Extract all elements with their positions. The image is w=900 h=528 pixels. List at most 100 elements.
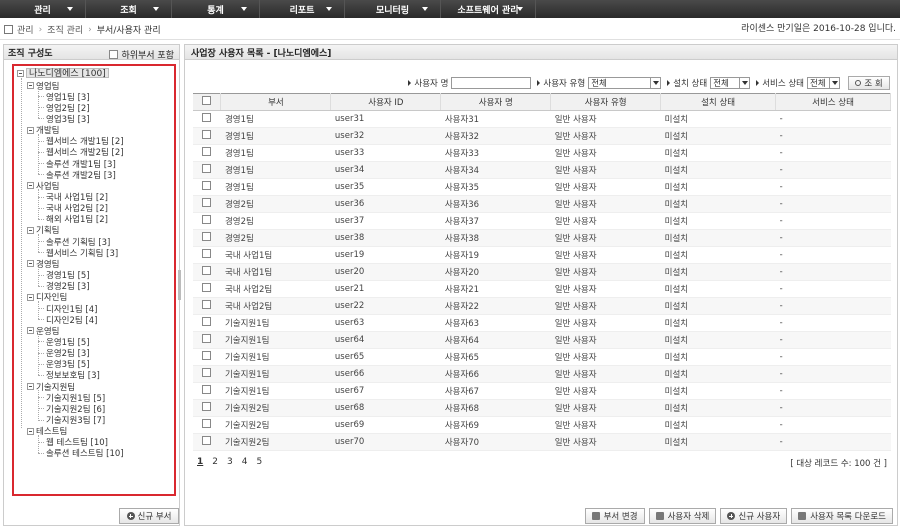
tree-leaf[interactable]: 디자인2팀 [4]	[46, 314, 97, 326]
breadcrumb-item[interactable]: 조직 관리	[47, 23, 83, 36]
page-link[interactable]: 4	[242, 457, 248, 467]
collapse-icon[interactable]	[27, 327, 34, 335]
tree-leaf[interactable]: 운영1팀 [5]	[46, 336, 90, 348]
collapse-icon[interactable]	[27, 383, 34, 391]
row-checkbox[interactable]	[202, 419, 212, 428]
row-checkbox[interactable]	[202, 249, 212, 258]
tree-leaf[interactable]: 웹 테스트팀 [10]	[46, 437, 108, 448]
tree-leaf[interactable]: 국내 사업2팀 [2]	[46, 203, 108, 214]
table-row[interactable]: 경영1팀 user33 사용자33 일반 사용자 미설치 -	[193, 144, 891, 162]
row-checkbox[interactable]	[202, 215, 212, 224]
table-row[interactable]: 경영1팀 user31 사용자31 일반 사용자 미설치 -	[193, 110, 891, 128]
column-header-user-id[interactable]: 사용자 ID	[330, 93, 442, 111]
row-checkbox[interactable]	[202, 283, 212, 292]
tree-leaf[interactable]: 정보보호팀 [3]	[46, 370, 100, 381]
user-type-select[interactable]: 전체	[588, 77, 662, 89]
home-icon[interactable]	[4, 25, 13, 34]
table-row[interactable]: 국내 사업2팀 user21 사용자21 일반 사용자 미설치 -	[193, 280, 891, 298]
table-row[interactable]: 기술지원1팀 user67 사용자67 일반 사용자 미설치 -	[193, 382, 891, 400]
service-status-select[interactable]: 전체	[807, 77, 840, 89]
page-link[interactable]: 5	[256, 457, 262, 467]
tree-leaf[interactable]: 솔루션 테스트팀 [10]	[46, 448, 124, 459]
nav-menu-stats[interactable]: 통계	[172, 0, 260, 18]
nav-menu-report[interactable]: 리포트	[260, 0, 345, 18]
table-row[interactable]: 기술지원2팀 user69 사용자69 일반 사용자 미설치 -	[193, 416, 891, 434]
row-checkbox[interactable]	[202, 130, 212, 139]
row-checkbox[interactable]	[202, 198, 212, 207]
table-row[interactable]: 국내 사업1팀 user20 사용자20 일반 사용자 미설치 -	[193, 263, 891, 281]
tree-root[interactable]: 나노디엠에스 [100]	[17, 68, 109, 79]
table-row[interactable]: 기술지원1팀 user63 사용자63 일반 사용자 미설치 -	[193, 314, 891, 332]
tree-leaf[interactable]: 운영2팀 [3]	[46, 348, 90, 359]
breadcrumb-item[interactable]: 관리	[17, 23, 34, 36]
tree-leaf[interactable]: 영업1팀 [3]	[46, 91, 90, 103]
nav-menu-admin[interactable]: 관리	[0, 0, 86, 18]
row-checkbox[interactable]	[202, 317, 212, 326]
tree-leaf[interactable]: 디자인1팀 [4]	[46, 303, 97, 315]
row-checkbox[interactable]	[202, 368, 212, 377]
collapse-icon[interactable]	[27, 126, 34, 134]
collapse-icon[interactable]	[27, 82, 34, 89]
table-row[interactable]: 기술지원1팀 user64 사용자64 일반 사용자 미설치 -	[193, 331, 891, 349]
collapse-icon[interactable]	[27, 182, 34, 190]
table-row[interactable]: 기술지원2팀 user70 사용자70 일반 사용자 미설치 -	[193, 433, 891, 451]
tree-leaf[interactable]: 기술지원1팀 [5]	[46, 392, 105, 404]
include-sub-dept-option[interactable]: 하위부서 포함	[109, 48, 174, 61]
tree-group[interactable]: 경영팀	[27, 258, 59, 270]
table-row[interactable]: 경영2팀 user38 사용자38 일반 사용자 미설치 -	[193, 229, 891, 247]
table-row[interactable]: 국내 사업1팀 user19 사용자19 일반 사용자 미설치 -	[193, 246, 891, 264]
collapse-icon[interactable]	[27, 293, 34, 301]
table-row[interactable]: 경영1팀 user32 사용자32 일반 사용자 미설치 -	[193, 127, 891, 145]
tree-group[interactable]: 운영팀	[27, 325, 59, 337]
row-checkbox[interactable]	[202, 351, 212, 360]
tree-leaf[interactable]: 웹서비스 개발1팀 [2]	[46, 136, 124, 147]
tree-group[interactable]: 개발팀	[27, 125, 59, 136]
row-checkbox[interactable]	[202, 147, 212, 156]
column-header-dept[interactable]: 부서	[220, 93, 332, 111]
column-header-service-status[interactable]: 서비스 상태	[775, 93, 891, 111]
tree-group[interactable]: 테스트팀	[27, 426, 67, 437]
row-checkbox[interactable]	[202, 266, 212, 275]
column-header-install-status[interactable]: 설치 상태	[660, 93, 777, 111]
row-checkbox[interactable]	[202, 164, 212, 173]
tree-leaf[interactable]: 솔루션 개발2팀 [3]	[46, 169, 116, 181]
nav-menu-software[interactable]: 소프트웨어 관리	[441, 0, 536, 18]
tree-group[interactable]: 기획팀	[27, 225, 59, 236]
table-row[interactable]: 국내 사업2팀 user22 사용자22 일반 사용자 미설치 -	[193, 297, 891, 315]
panel-splitter[interactable]	[178, 270, 181, 300]
include-sub-dept-checkbox[interactable]	[109, 50, 119, 59]
user-name-input[interactable]	[451, 77, 532, 89]
tree-group[interactable]: 사업팀	[27, 180, 59, 192]
row-checkbox[interactable]	[202, 385, 212, 394]
collapse-icon[interactable]	[27, 260, 34, 268]
nav-menu-monitoring[interactable]: 모니터링	[345, 0, 441, 18]
row-checkbox[interactable]	[202, 402, 212, 411]
tree-leaf[interactable]: 경영1팀 [5]	[46, 270, 90, 281]
page-link[interactable]: 3	[227, 457, 233, 467]
new-user-button[interactable]: 신규 사용자	[720, 508, 788, 524]
page-link[interactable]: 1	[197, 457, 203, 467]
table-row[interactable]: 기술지원1팀 user66 사용자66 일반 사용자 미설치 -	[193, 365, 891, 383]
new-dept-button[interactable]: 신규 부서	[119, 508, 179, 524]
row-checkbox[interactable]	[202, 334, 212, 343]
collapse-icon[interactable]	[17, 69, 24, 77]
table-row[interactable]: 기술지원1팀 user65 사용자65 일반 사용자 미설치 -	[193, 348, 891, 366]
tree-leaf[interactable]: 국내 사업1팀 [2]	[46, 192, 108, 203]
tree-leaf[interactable]: 웹서비스 기획팀 [3]	[46, 247, 118, 259]
tree-group[interactable]: 기술지원팀	[27, 381, 75, 393]
tree-leaf[interactable]: 운영3팀 [5]	[46, 359, 90, 370]
tree-leaf[interactable]: 웹서비스 개발2팀 [2]	[46, 147, 124, 158]
tree-leaf[interactable]: 솔루션 기획팀 [3]	[46, 236, 110, 248]
table-row[interactable]: 경영1팀 user35 사용자35 일반 사용자 미설치 -	[193, 178, 891, 196]
collapse-icon[interactable]	[27, 226, 34, 234]
tree-leaf[interactable]: 기술지원3팀 [7]	[46, 415, 105, 426]
row-checkbox[interactable]	[202, 300, 212, 309]
search-button[interactable]: 조 회	[848, 76, 890, 90]
table-row[interactable]: 기술지원2팀 user68 사용자68 일반 사용자 미설치 -	[193, 399, 891, 417]
select-all-checkbox[interactable]	[202, 96, 212, 105]
tree-group[interactable]: 디자인팀	[27, 292, 67, 303]
row-checkbox[interactable]	[202, 181, 212, 190]
column-header-user-type[interactable]: 사용자 유형	[550, 93, 662, 111]
table-row[interactable]: 경영2팀 user37 사용자37 일반 사용자 미설치 -	[193, 212, 891, 230]
tree-leaf[interactable]: 영업2팀 [2]	[46, 102, 90, 114]
